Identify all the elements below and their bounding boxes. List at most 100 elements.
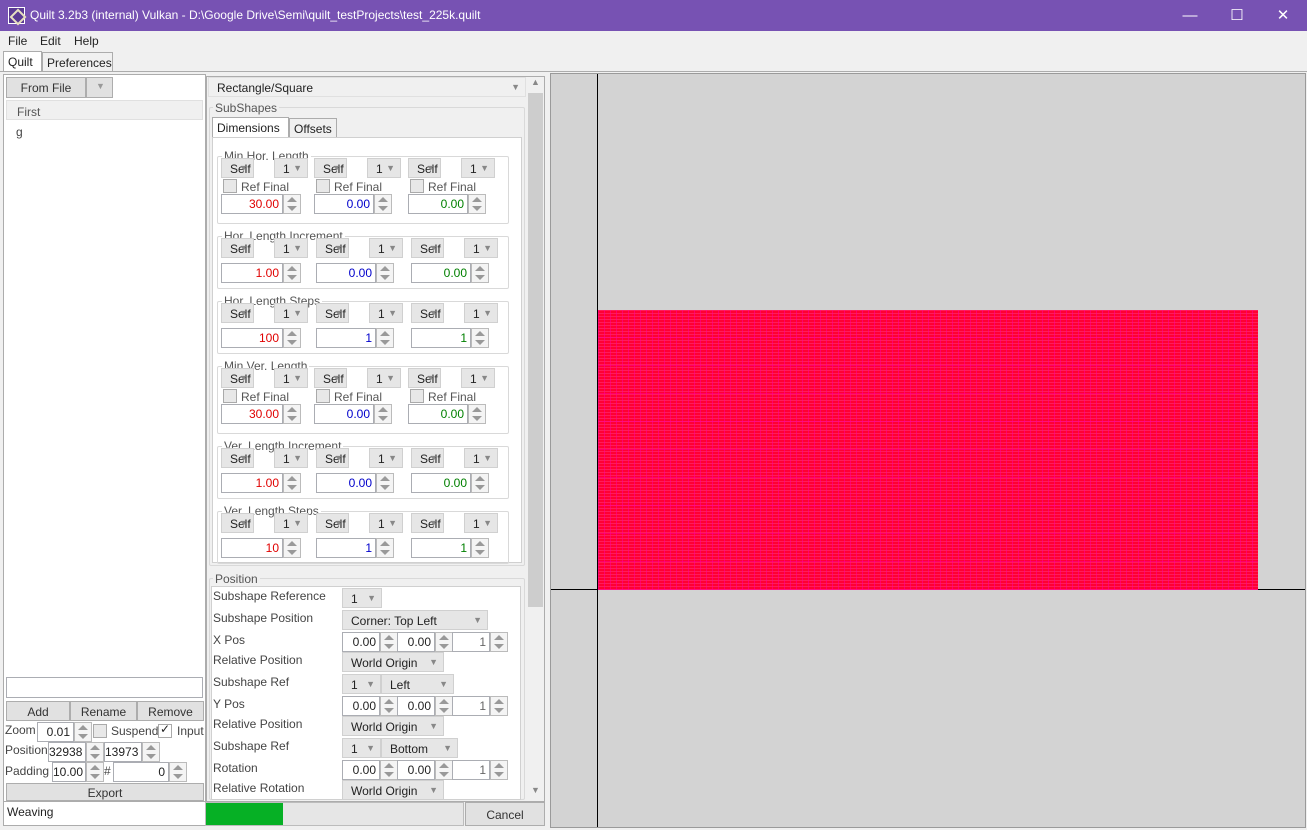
index-select[interactable]: 1 ▼ (369, 303, 403, 323)
from-file-button[interactable]: From File (6, 77, 86, 98)
x-pos-field-1[interactable]: 0.00 (342, 632, 380, 652)
index-select[interactable]: 1 ▼ (274, 158, 308, 178)
zoom-field[interactable]: 0.01 (37, 722, 74, 742)
dimension-value-spinner[interactable] (283, 473, 301, 493)
tab-offsets[interactable]: Offsets (289, 118, 337, 138)
scroll-down-icon[interactable]: ▼ (527, 785, 544, 799)
dimension-value-spinner[interactable] (283, 538, 301, 558)
dimension-value-field[interactable]: 10 (221, 538, 283, 558)
dimension-value-field[interactable]: 1 (316, 328, 376, 348)
tab-quilt[interactable]: Quilt (3, 51, 42, 72)
subshape-ref-num-select-1[interactable]: 1 ▼ (342, 674, 381, 694)
index-select[interactable]: 1 ▼ (464, 303, 498, 323)
dimension-value-spinner[interactable] (283, 404, 301, 424)
index-select[interactable]: 1 ▼ (369, 238, 403, 258)
index-select[interactable]: 1 ▼ (367, 368, 401, 388)
dimension-value-field[interactable]: 1.00 (221, 263, 283, 283)
reference-select[interactable]: Self ▼ (221, 158, 254, 178)
padding-field[interactable]: 10.00 (52, 762, 86, 782)
y-pos-field-2[interactable]: 0.00 (397, 696, 435, 716)
export-button[interactable]: Export (6, 783, 204, 801)
dimension-value-spinner[interactable] (471, 263, 489, 283)
reference-select[interactable]: Self ▼ (316, 238, 349, 258)
zoom-spinner[interactable] (74, 722, 92, 742)
index-select[interactable]: 1 ▼ (274, 448, 308, 468)
reference-select[interactable]: Self ▼ (221, 448, 254, 468)
viewport-canvas[interactable] (550, 73, 1306, 828)
ref-final-checkbox[interactable] (316, 179, 330, 193)
ref-final-checkbox[interactable] (316, 389, 330, 403)
dimension-value-spinner[interactable] (376, 263, 394, 283)
dimension-value-spinner[interactable] (283, 263, 301, 283)
x-pos-spinner-2[interactable] (435, 632, 453, 652)
from-file-dropdown[interactable]: ▼ (86, 77, 113, 98)
list-item[interactable]: g (16, 125, 23, 139)
hash-spinner[interactable] (169, 762, 187, 782)
reference-select[interactable]: Self ▼ (221, 303, 254, 323)
x-pos-spinner-1[interactable] (380, 632, 398, 652)
dimension-value-field[interactable]: 1 (411, 538, 471, 558)
dimension-value-field[interactable]: 100 (221, 328, 283, 348)
close-button[interactable]: ✕ (1260, 0, 1306, 31)
reference-select[interactable]: Self ▼ (221, 513, 254, 533)
dimension-value-field[interactable]: 0.00 (316, 473, 376, 493)
dimension-value-field[interactable]: 0.00 (314, 404, 374, 424)
dimension-value-spinner[interactable] (468, 194, 486, 214)
dimension-value-spinner[interactable] (376, 473, 394, 493)
ref-final-checkbox[interactable] (223, 389, 237, 403)
remove-button[interactable]: Remove (137, 701, 204, 721)
reference-select[interactable]: Self ▼ (221, 368, 254, 388)
rotation-spinner-3[interactable] (490, 760, 508, 780)
subshape-ref-side-select-2[interactable]: Bottom ▼ (381, 738, 458, 758)
dimension-value-field[interactable]: 1 (411, 328, 471, 348)
menu-help[interactable]: Help (74, 34, 99, 48)
dimension-value-spinner[interactable] (374, 404, 392, 424)
dimension-value-spinner[interactable] (471, 328, 489, 348)
dimension-value-field[interactable]: 0.00 (408, 194, 468, 214)
reference-select[interactable]: Self ▼ (314, 158, 347, 178)
list-header[interactable]: First (6, 100, 203, 120)
dimension-value-field[interactable]: 30.00 (221, 404, 283, 424)
reference-select[interactable]: Self ▼ (411, 238, 444, 258)
maximize-button[interactable]: ☐ (1214, 0, 1260, 31)
y-pos-spinner-2[interactable] (435, 696, 453, 716)
dimension-value-field[interactable]: 0.00 (316, 263, 376, 283)
rename-button[interactable]: Rename (70, 701, 137, 721)
rotation-spinner-2[interactable] (435, 760, 453, 780)
minimize-button[interactable]: — (1167, 0, 1213, 31)
y-pos-field-1[interactable]: 0.00 (342, 696, 380, 716)
scrollbar[interactable]: ▲ ▼ (527, 77, 544, 801)
x-pos-field-3[interactable]: 1 (452, 632, 490, 652)
rotation-field-2[interactable]: 0.00 (397, 760, 435, 780)
index-select[interactable]: 1 ▼ (367, 158, 401, 178)
reference-select[interactable]: Self ▼ (408, 158, 441, 178)
index-select[interactable]: 1 ▼ (461, 368, 495, 388)
index-select[interactable]: 1 ▼ (274, 303, 308, 323)
index-select[interactable]: 1 ▼ (461, 158, 495, 178)
padding-spinner[interactable] (86, 762, 104, 782)
menu-file[interactable]: File (8, 34, 27, 48)
reference-select[interactable]: Self ▼ (408, 368, 441, 388)
subshape-ref-side-select-1[interactable]: Left ▼ (381, 674, 454, 694)
index-select[interactable]: 1 ▼ (274, 238, 308, 258)
dimension-value-spinner[interactable] (471, 538, 489, 558)
tab-dimensions[interactable]: Dimensions (212, 117, 289, 138)
menu-edit[interactable]: Edit (40, 34, 61, 48)
dimension-value-spinner[interactable] (471, 473, 489, 493)
dimension-value-spinner[interactable] (468, 404, 486, 424)
cancel-button[interactable]: Cancel (465, 802, 545, 826)
subshape-reference-select[interactable]: 1 ▼ (342, 588, 382, 608)
relative-position-select-2[interactable]: World Origin ▼ (342, 716, 444, 736)
position-x-field[interactable]: 32938 (48, 742, 86, 762)
dimension-value-field[interactable]: 0.00 (411, 263, 471, 283)
y-pos-spinner-1[interactable] (380, 696, 398, 716)
index-select[interactable]: 1 ▼ (274, 513, 308, 533)
rotation-spinner-1[interactable] (380, 760, 398, 780)
dimension-value-spinner[interactable] (376, 328, 394, 348)
index-select[interactable]: 1 ▼ (464, 513, 498, 533)
reference-select[interactable]: Self ▼ (316, 513, 349, 533)
x-pos-spinner-3[interactable] (490, 632, 508, 652)
y-pos-spinner-3[interactable] (490, 696, 508, 716)
dimension-value-field[interactable]: 1.00 (221, 473, 283, 493)
index-select[interactable]: 1 ▼ (369, 513, 403, 533)
